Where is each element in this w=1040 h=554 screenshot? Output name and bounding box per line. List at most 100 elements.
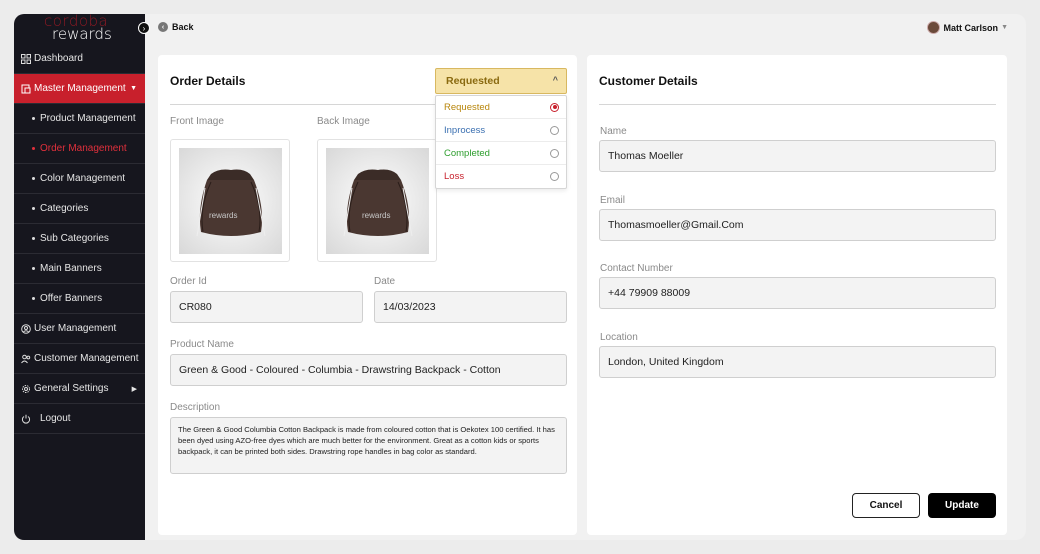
radio-icon[interactable]	[550, 172, 559, 181]
sidebar-item-color-management[interactable]: Color Management	[14, 164, 145, 194]
back-image[interactable]: rewards	[317, 139, 437, 262]
topbar: ‹ Back Matt Carlson ▼	[145, 14, 1026, 42]
sidebar-item-offer-banners[interactable]: Offer Banners	[14, 284, 145, 314]
radio-selected-icon[interactable]	[550, 102, 559, 112]
sidebar-item-user-management[interactable]: User Management	[14, 314, 145, 344]
email-field[interactable]: Thomasmoeller@Gmail.Com	[599, 209, 996, 241]
location-label: Location	[600, 332, 638, 343]
status-option-completed[interactable]: Completed	[436, 142, 566, 165]
description-label: Description	[170, 402, 221, 413]
sidebar-item-label: Main Banners	[40, 263, 102, 274]
sidebar-item-label: Color Management	[40, 173, 126, 184]
bullet-icon	[32, 177, 35, 180]
gear-icon	[20, 383, 32, 395]
chevron-up-icon: ^	[552, 75, 558, 85]
cancel-button[interactable]: Cancel	[852, 493, 920, 518]
sidebar-item-product-management[interactable]: Product Management	[14, 104, 145, 134]
app-frame: cordoba rewards Dashboard Master Managem…	[14, 14, 1026, 540]
sidebar-item-master-management[interactable]: Master Management ▼	[14, 74, 145, 104]
sidebar-item-label: Dashboard	[34, 53, 83, 64]
caret-right-icon: ▶	[131, 385, 137, 393]
caret-down-icon: ▼	[130, 85, 137, 92]
bag-image	[196, 169, 266, 237]
sidebar-item-label: Offer Banners	[40, 293, 103, 304]
bullet-icon	[32, 267, 35, 270]
sidebar-item-sub-categories[interactable]: Sub Categories	[14, 224, 145, 254]
date-label: Date	[374, 276, 396, 287]
bullet-icon	[32, 207, 35, 210]
sidebar-item-order-management[interactable]: Order Management	[14, 134, 145, 164]
customer-details-title: Customer Details	[599, 74, 698, 88]
status-option-loss[interactable]: Loss	[436, 165, 566, 188]
user-circle-icon	[20, 323, 32, 335]
grid-icon	[20, 53, 32, 65]
radio-icon[interactable]	[550, 125, 559, 135]
divider	[170, 104, 436, 105]
bullet-icon	[32, 297, 35, 300]
avatar	[926, 21, 940, 34]
bullet-icon	[32, 117, 35, 120]
radio-icon[interactable]	[550, 148, 559, 158]
sidebar: cordoba rewards Dashboard Master Managem…	[14, 14, 145, 540]
name-field[interactable]: Thomas Moeller	[599, 140, 996, 172]
sidebar-item-label: Categories	[40, 203, 89, 214]
location-field[interactable]: London, United Kingdom	[599, 346, 996, 378]
sidebar-item-label: General Settings	[34, 383, 109, 394]
order-id-field[interactable]: CR080	[170, 291, 363, 323]
update-button[interactable]: Update	[928, 493, 996, 518]
product-name-field[interactable]: Green & Good - Coloured - Columbia - Dra…	[170, 354, 567, 386]
brand-logo[interactable]: cordoba rewards	[14, 14, 145, 44]
sidebar-item-label: Customer Management	[34, 353, 139, 364]
status-option-inprocess[interactable]: Inprocess	[436, 119, 566, 142]
sidebar-item-label: Product Management	[40, 113, 136, 124]
sidebar-item-dashboard[interactable]: Dashboard	[14, 44, 145, 74]
status-dropdown-menu: Requested Inprocess Completed Loss	[435, 95, 567, 189]
sidebar-item-categories[interactable]: Categories	[14, 194, 145, 224]
user-name: Matt Carlson	[943, 22, 999, 33]
status-dropdown[interactable]: Requested ^	[435, 68, 567, 94]
user-menu[interactable]: Matt Carlson ▼	[926, 21, 1008, 34]
folder-icon	[20, 83, 32, 95]
sidebar-item-logout[interactable]: Logout	[14, 404, 145, 434]
sidebar-item-main-banners[interactable]: Main Banners	[14, 254, 145, 284]
bag-logo-text: rewards	[209, 211, 238, 220]
sidebar-item-label: Master Management	[34, 83, 126, 94]
customer-details-panel: Customer Details Name Thomas Moeller Ema…	[587, 55, 1007, 535]
bag-image	[343, 169, 413, 237]
name-label: Name	[600, 126, 627, 137]
front-image-label: Front Image	[170, 116, 224, 127]
product-name-label: Product Name	[170, 339, 234, 350]
status-option-requested[interactable]: Requested	[436, 96, 566, 119]
chevron-down-icon: ▼	[1001, 24, 1008, 31]
back-image-label: Back Image	[317, 116, 370, 127]
sidebar-item-label: User Management	[34, 323, 117, 334]
status-selected: Requested	[446, 75, 500, 87]
option-label: Inprocess	[444, 124, 486, 136]
sidebar-item-label: Sub Categories	[40, 233, 109, 244]
back-label: Back	[172, 22, 194, 32]
divider	[599, 104, 996, 105]
bullet-icon	[32, 147, 35, 150]
contact-number-field[interactable]: +44 79909 88009	[599, 277, 996, 309]
order-details-title: Order Details	[170, 74, 246, 88]
email-label: Email	[600, 195, 626, 206]
order-details-panel: Order Details Requested ^ Requested Inpr…	[158, 55, 577, 535]
back-button[interactable]: ‹ Back	[158, 22, 194, 32]
option-label: Requested	[444, 101, 490, 113]
brand-line-2: rewards	[52, 25, 112, 43]
chevron-right-icon: ›	[142, 23, 146, 33]
bag-logo-text: rewards	[362, 211, 391, 220]
bullet-icon	[32, 237, 35, 240]
sidebar-item-general-settings[interactable]: General Settings ▶	[14, 374, 145, 404]
sidebar-item-label: Logout	[40, 413, 71, 424]
chevron-left-icon: ‹	[158, 22, 168, 32]
description-field[interactable]: The Green & Good Columbia Cotton Backpac…	[170, 417, 567, 474]
contact-number-label: Contact Number	[600, 263, 673, 274]
sidebar-item-customer-management[interactable]: Customer Management	[14, 344, 145, 374]
collapse-sidebar-button[interactable]: ›	[138, 22, 150, 34]
option-label: Loss	[444, 171, 465, 182]
front-image[interactable]: rewards	[170, 139, 290, 262]
sidebar-item-label: Order Management	[40, 143, 127, 154]
date-field[interactable]: 14/03/2023	[374, 291, 567, 323]
users-icon	[20, 353, 32, 365]
